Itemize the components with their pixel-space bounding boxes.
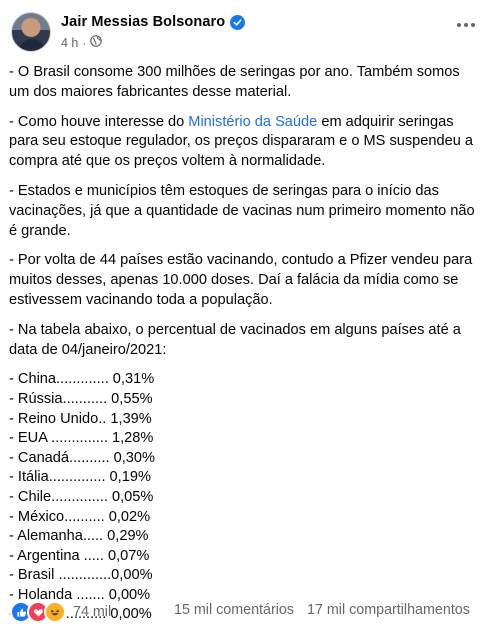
author-avatar[interactable] bbox=[11, 12, 51, 52]
post-paragraph: - Na tabela abaixo, o percentual de vaci… bbox=[9, 321, 483, 361]
post-paragraph: - Estados e municípios têm estoques de s… bbox=[9, 182, 483, 241]
reaction-count: 74 mil bbox=[73, 604, 112, 620]
table-row: - Rússia........... 0,55% bbox=[9, 390, 153, 407]
table-row: - Argentina ..... 0,07% bbox=[9, 547, 150, 564]
verified-badge-icon bbox=[230, 14, 246, 30]
post-meta: 4 h · bbox=[61, 35, 103, 50]
haha-icon bbox=[44, 601, 66, 623]
table-row: - Chile.............. 0,05% bbox=[9, 488, 154, 505]
paragraph-text: - O Brasil consome 300 milhões de sering… bbox=[9, 64, 460, 100]
table-row: - México.......... 0,02% bbox=[9, 508, 151, 525]
post-paragraphs: - O Brasil consome 300 milhões de sering… bbox=[9, 63, 483, 360]
table-row: - Brasil .............0,00% bbox=[9, 567, 153, 584]
paragraph-text: - Na tabela abaixo, o percentual de vaci… bbox=[9, 321, 461, 358]
paragraph-text: - Estados e municípios têm estoques de s… bbox=[9, 182, 475, 239]
table-row: - Itália.............. 0,19% bbox=[9, 469, 151, 486]
paragraph-text: - Como houve interesse do bbox=[9, 113, 189, 130]
post-paragraph: - O Brasil consome 300 milhões de sering… bbox=[9, 63, 483, 103]
table-row: - Reino Unido.. 1,39% bbox=[9, 410, 152, 427]
table-row: - China............. 0,31% bbox=[9, 371, 155, 388]
table-row: - Canadá.......... 0,30% bbox=[9, 449, 156, 466]
author-name[interactable]: Jair Messias Bolsonaro bbox=[61, 14, 225, 30]
more-options-icon[interactable] bbox=[453, 16, 479, 34]
table-row: - EUA .............. 1,28% bbox=[9, 430, 154, 447]
author-name-row: Jair Messias Bolsonaro bbox=[61, 14, 246, 30]
meta-separator: · bbox=[82, 35, 87, 50]
post-paragraph: - Por volta de 44 países estão vacinando… bbox=[9, 251, 483, 310]
comments-count[interactable]: 15 mil comentários bbox=[174, 602, 294, 618]
table-row: - Alemanha..... 0,29% bbox=[9, 528, 149, 545]
post-time[interactable]: 4 h bbox=[61, 36, 78, 50]
post-footer: 74 mil 15 mil comentários 17 mil compart… bbox=[10, 601, 480, 623]
reactions-summary[interactable]: 74 mil bbox=[10, 601, 111, 623]
globe-icon bbox=[90, 35, 103, 50]
post-header: Jair Messias Bolsonaro 4 h · bbox=[11, 12, 481, 56]
ministry-of-health-link[interactable]: Ministério da Saúde bbox=[188, 114, 317, 130]
post-body: - O Brasil consome 300 milhões de sering… bbox=[9, 63, 483, 625]
shares-count[interactable]: 17 mil compartilhamentos bbox=[307, 602, 470, 618]
paragraph-text: - Por volta de 44 países estão vacinando… bbox=[9, 252, 473, 308]
facebook-post-card: Jair Messias Bolsonaro 4 h · - O Brasil … bbox=[0, 0, 490, 632]
post-paragraph: - Como houve interesse do Ministério da … bbox=[9, 113, 483, 172]
vaccination-table: - China............. 0,31% - Rússia......… bbox=[9, 370, 483, 625]
